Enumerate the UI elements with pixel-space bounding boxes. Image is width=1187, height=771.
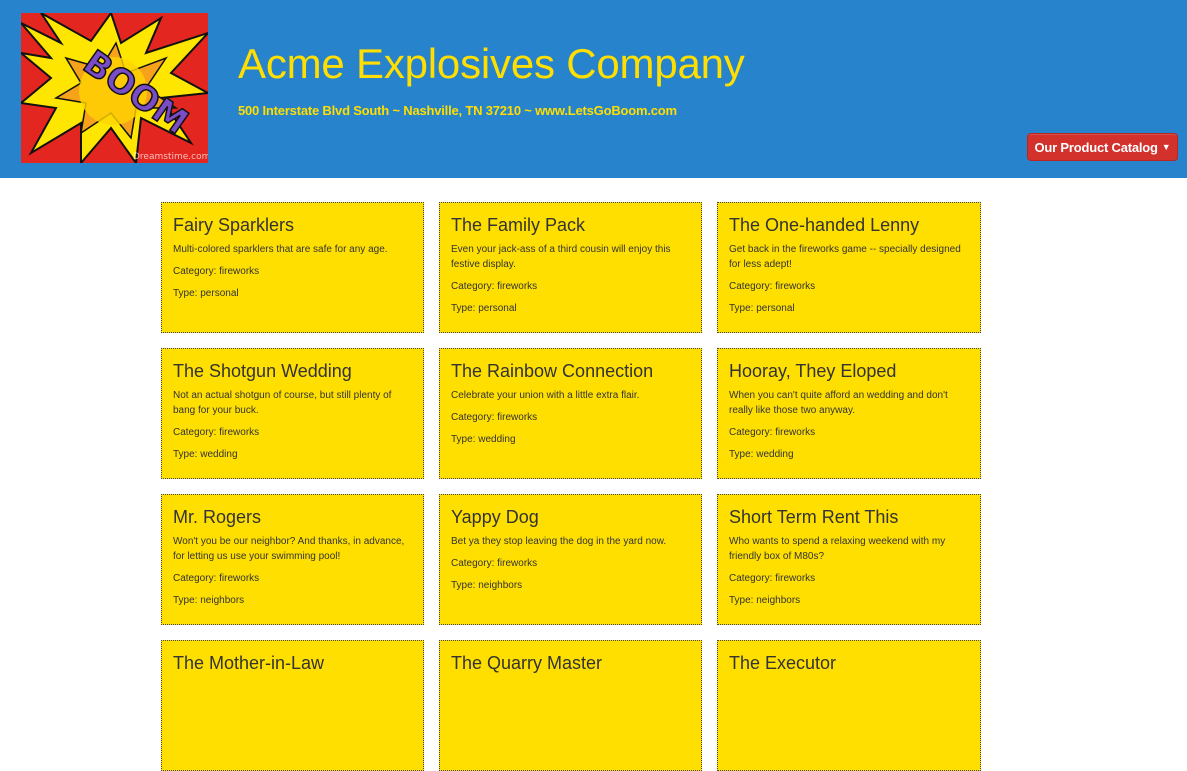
product-name: Mr. Rogers [173, 507, 262, 527]
product-card: The Quarry Master [439, 640, 702, 771]
type-label: Type: [173, 448, 198, 460]
category-value: fireworks [775, 280, 816, 292]
product-type: Type: wedding [729, 447, 969, 462]
company-address: 500 Interstate Blvd South ~ Nashville, T… [238, 103, 677, 118]
product-description: When you can't quite afford an wedding a… [729, 389, 948, 416]
product-catalog-dropdown-button[interactable]: Our Product Catalog ▼ [1027, 133, 1178, 161]
product-name: The Quarry Master [451, 653, 603, 673]
product-description: Won't you be our neighbor? And thanks, i… [173, 535, 405, 562]
category-value: fireworks [775, 572, 816, 584]
product-name: The Mother-in-Law [173, 653, 325, 673]
product-description: Not an actual shotgun of course, but sti… [173, 389, 392, 416]
product-category: Category: fireworks [729, 571, 969, 586]
type-value: personal [478, 302, 517, 314]
product-type: Type: personal [173, 286, 412, 301]
category-value: fireworks [219, 572, 260, 584]
product-description: Celebrate your union with a little extra… [451, 389, 640, 401]
category-value: fireworks [497, 557, 538, 569]
product-type: Type: wedding [451, 432, 690, 447]
product-description: Multi-colored sparklers that are safe fo… [173, 243, 388, 255]
category-label: Category: [729, 426, 773, 438]
product-card: Yappy Dog Bet ya they stop leaving the do… [439, 494, 702, 625]
product-card: Fairy Sparklers Multi-colored sparklers t… [161, 202, 424, 333]
product-name: Yappy Dog [451, 507, 539, 527]
boom-logo-art: BOOM Dreamstime.com [21, 13, 208, 163]
type-label: Type: [173, 594, 198, 606]
type-label: Type: [729, 594, 754, 606]
boom-logo: BOOM Dreamstime.com [21, 13, 208, 163]
type-value: personal [756, 302, 795, 314]
product-card: The Rainbow Connection Celebrate your uni… [439, 348, 702, 479]
category-label: Category: [729, 280, 773, 292]
product-name: Fairy Sparklers [173, 215, 295, 235]
category-label: Category: [451, 557, 495, 569]
type-label: Type: [729, 448, 754, 460]
type-value: neighbors [200, 594, 245, 606]
product-category: Category: fireworks [729, 279, 969, 294]
product-card: The Mother-in-Law [161, 640, 424, 771]
product-type: Type: wedding [173, 447, 412, 462]
type-value: wedding [478, 433, 516, 445]
category-label: Category: [451, 280, 495, 292]
category-label: Category: [173, 572, 217, 584]
logo-watermark: Dreamstime.com [133, 152, 208, 162]
product-name: Short Term Rent This [729, 507, 899, 527]
product-category: Category: fireworks [173, 264, 412, 279]
category-value: fireworks [497, 280, 538, 292]
product-description: Bet ya they stop leaving the dog in the … [451, 535, 667, 547]
type-value: neighbors [478, 579, 523, 591]
type-value: wedding [200, 448, 238, 460]
product-category: Category: fireworks [729, 425, 969, 440]
category-value: fireworks [219, 426, 260, 438]
type-label: Type: [451, 579, 476, 591]
product-category: Category: fireworks [173, 425, 412, 440]
category-value: fireworks [219, 265, 260, 277]
category-value: fireworks [775, 426, 816, 438]
product-card: Hooray, They Eloped When you can't quite … [717, 348, 981, 479]
product-card: The Shotgun Wedding Not an actual shotgun… [161, 348, 424, 479]
product-name: The Executor [729, 653, 837, 673]
type-value: personal [200, 287, 239, 299]
product-card: The One-handed Lenny Get back in the fire… [717, 202, 981, 333]
site-header: BOOM Dreamstime.com Acme Explosives Comp… [0, 0, 1187, 178]
product-type: Type: neighbors [173, 593, 412, 608]
category-value: fireworks [497, 411, 538, 423]
category-label: Category: [451, 411, 495, 423]
type-label: Type: [729, 302, 754, 314]
product-card: Short Term Rent This Who wants to spend a… [717, 494, 981, 625]
type-value: wedding [756, 448, 794, 460]
product-type: Type: personal [729, 301, 969, 316]
product-card: Mr. Rogers Won't you be our neighbor? And… [161, 494, 424, 625]
category-label: Category: [173, 265, 217, 277]
product-name: The One-handed Lenny [729, 215, 920, 235]
product-card: The Family Pack Even your jack-ass of a t… [439, 202, 702, 333]
catalog-button-label: Our Product Catalog [1034, 139, 1158, 155]
product-description: Even your jack-ass of a third cousin wil… [451, 243, 671, 270]
product-name: The Rainbow Connection [451, 361, 654, 381]
type-label: Type: [451, 302, 476, 314]
type-label: Type: [173, 287, 198, 299]
category-label: Category: [729, 572, 773, 584]
company-title: Acme Explosives Company [238, 40, 745, 87]
product-name: The Shotgun Wedding [173, 361, 352, 381]
product-grid: Fairy Sparklers Multi-colored sparklers t… [161, 202, 981, 771]
product-name: Hooray, They Eloped [729, 361, 897, 381]
caret-down-icon: ▼ [1161, 141, 1171, 152]
product-card: The Executor [717, 640, 981, 771]
product-category: Category: fireworks [451, 279, 690, 294]
category-label: Category: [173, 426, 217, 438]
product-type: Type: personal [451, 301, 690, 316]
type-value: neighbors [756, 594, 801, 606]
product-category: Category: fireworks [451, 410, 690, 425]
product-description: Get back in the fireworks game -- specia… [729, 243, 961, 270]
product-type: Type: neighbors [451, 578, 690, 593]
product-category: Category: fireworks [173, 571, 412, 586]
product-category: Category: fireworks [451, 556, 690, 571]
product-description: Who wants to spend a relaxing weekend wi… [729, 535, 946, 562]
type-label: Type: [451, 433, 476, 445]
product-name: The Family Pack [451, 215, 586, 235]
product-type: Type: neighbors [729, 593, 969, 608]
